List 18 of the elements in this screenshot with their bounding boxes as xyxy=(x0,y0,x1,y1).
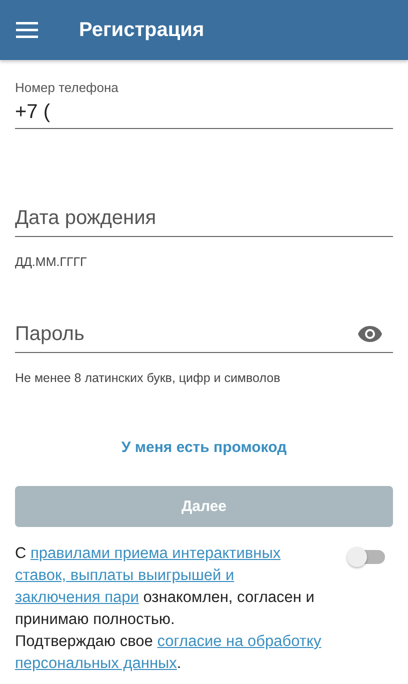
date-field[interactable]: Дата рождения xyxy=(15,199,393,237)
screen-title: Регистрация xyxy=(79,18,204,42)
field-label: Номер телефона xyxy=(15,80,120,95)
terms-link[interactable]: ставок, выплаты выигрышей и xyxy=(15,567,234,584)
eye-icon[interactable] xyxy=(357,325,383,343)
terms-link[interactable]: заключения пари xyxy=(15,589,139,606)
promo-code-link[interactable]: У меня есть промокод xyxy=(15,439,393,456)
phone-field[interactable]: +7 ( xyxy=(15,95,393,129)
terms-link[interactable]: согласие на обработку xyxy=(157,633,322,650)
hint-text: Не менее 8 латинских букв, цифр и символов xyxy=(15,371,282,385)
terms-link[interactable]: персональных данных xyxy=(15,655,177,672)
terms-link[interactable]: правилами приема интерактивных xyxy=(30,545,281,562)
hint-text: ДД.ММ.ГГГГ xyxy=(15,255,88,269)
menu-icon[interactable] xyxy=(16,22,38,38)
consent-toggle[interactable] xyxy=(349,550,385,564)
next-button: Далее xyxy=(15,486,393,527)
consent-text: Подтверждаю свое согласие на обработку персональных данных. xyxy=(15,632,322,674)
consent-text: С правилами приема интерактивных ставок, выплаты выигрышей и заключения пари ознакомлен, согласен и принимаю полностью. xyxy=(15,544,316,630)
